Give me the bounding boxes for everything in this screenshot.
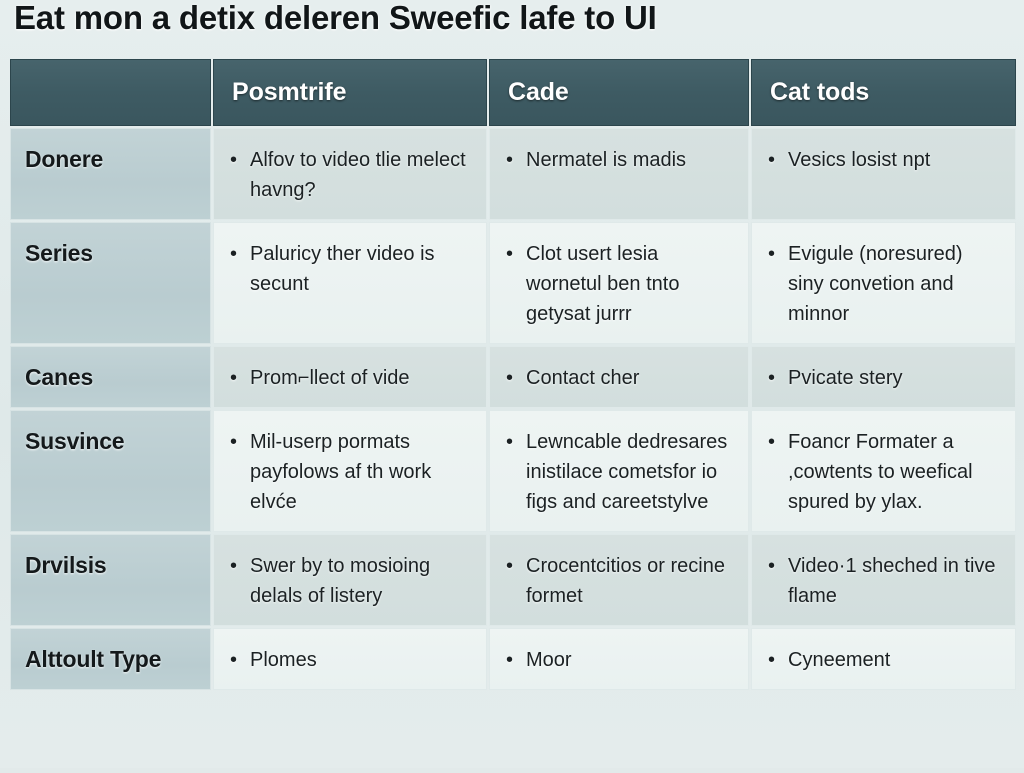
- bullet-list: Foancr Formater a ,cowtents to weefical …: [766, 427, 1001, 517]
- table-cell-col3: Foancr Formater a ,cowtents to weefical …: [751, 410, 1016, 532]
- bullet-item: Prom⌐llect of vide: [230, 363, 472, 393]
- bullet-item: Alfov to video tlie melect havng?: [230, 145, 472, 205]
- header-cell-corner: [10, 59, 211, 126]
- table-cell-col3: Cyneement: [751, 628, 1016, 690]
- bullet-item: Plomes: [230, 645, 472, 675]
- comparison-table-container: Posmtrife Cade Cat tods Donere Alfov to v…: [8, 57, 1016, 773]
- bullet-item: Paluricy ther video is secunt: [230, 239, 472, 299]
- bullet-list: Vesics losist npt: [766, 145, 1001, 175]
- bullet-list: Swer by to mosioing delals of listery: [228, 551, 472, 611]
- row-label[interactable]: Donere: [10, 128, 211, 220]
- bullet-list: Prom⌐llect of vide: [228, 363, 472, 393]
- page-root: Eat mon a detix deleren Sweefic lafe to …: [0, 0, 1024, 768]
- bullet-item: Evigule (noresured) siny convetion and m…: [768, 239, 1001, 329]
- table-cell-col3: Vesics losist npt: [751, 128, 1016, 220]
- bullet-list: Clot usert lesia wornetul ben tnto getys…: [504, 239, 734, 329]
- bullet-list: Contact cher: [504, 363, 734, 393]
- row-label[interactable]: Series: [10, 222, 211, 344]
- table-cell-col1: Plomes: [213, 628, 487, 690]
- table-row: Donere Alfov to video tlie melect havng? N…: [10, 128, 1016, 220]
- bullet-item: Pvicate stery: [768, 363, 1001, 393]
- table-row: SusvinceMil-userp pormats payfolows af t…: [10, 410, 1016, 532]
- header-cell-posmtrife[interactable]: Posmtrife: [213, 59, 487, 126]
- table-cell-col1: Mil-userp pormats payfolows af th work e…: [213, 410, 487, 532]
- header-cell-cat-tods[interactable]: Cat tods: [751, 59, 1016, 126]
- bullet-item: Lewncable dedresares inistilace cometsfo…: [506, 427, 734, 517]
- bullet-item: Nermatel is madis: [506, 145, 734, 175]
- bullet-item: Cyneement: [768, 645, 1001, 675]
- table-cell-col3: Pvicate stery: [751, 346, 1016, 408]
- table-row: Alttoult Type Plomes Moor Cyneement: [10, 628, 1016, 690]
- table-cell-col2: Lewncable dedresares inistilace cometsfo…: [489, 410, 749, 532]
- bullet-list: Plomes: [228, 645, 472, 675]
- comparison-table: Posmtrife Cade Cat tods Donere Alfov to v…: [8, 57, 1018, 692]
- bullet-list: Video·1 sheched in tive flame: [766, 551, 1001, 611]
- table-cell-col2: Moor: [489, 628, 749, 690]
- bullet-list: Lewncable dedresares inistilace cometsfo…: [504, 427, 734, 517]
- row-label[interactable]: Canes: [10, 346, 211, 408]
- bullet-list: Evigule (noresured) siny convetion and m…: [766, 239, 1001, 329]
- header-cell-cade[interactable]: Cade: [489, 59, 749, 126]
- row-label[interactable]: Drvilsis: [10, 534, 211, 626]
- table-cell-col1: Prom⌐llect of vide: [213, 346, 487, 408]
- table-cell-col1: Paluricy ther video is secunt: [213, 222, 487, 344]
- table-cell-col3: Evigule (noresured) siny convetion and m…: [751, 222, 1016, 344]
- table-cell-col2: Clot usert lesia wornetul ben tnto getys…: [489, 222, 749, 344]
- bullet-item: Moor: [506, 645, 734, 675]
- bullet-item: Crocentcitios or recine formet: [506, 551, 734, 611]
- table-row: Canes Prom⌐llect of vide Contact cher Pvica…: [10, 346, 1016, 408]
- bullet-list: Moor: [504, 645, 734, 675]
- page-title: Eat mon a detix deleren Sweefic lafe to …: [14, 0, 657, 36]
- table-cell-col3: Video·1 sheched in tive flame: [751, 534, 1016, 626]
- table-cell-col2: Nermatel is madis: [489, 128, 749, 220]
- table-body: Donere Alfov to video tlie melect havng? N…: [10, 128, 1016, 690]
- bullet-item: Video·1 sheched in tive flame: [768, 551, 1001, 611]
- bullet-list: Paluricy ther video is secunt: [228, 239, 472, 299]
- bullet-item: Swer by to mosioing delals of listery: [230, 551, 472, 611]
- table-header: Posmtrife Cade Cat tods: [10, 59, 1016, 126]
- bullet-item: Clot usert lesia wornetul ben tnto getys…: [506, 239, 734, 329]
- bullet-item: Mil-userp pormats payfolows af th work e…: [230, 427, 472, 517]
- bullet-list: Alfov to video tlie melect havng?: [228, 145, 472, 205]
- bullet-list: Nermatel is madis: [504, 145, 734, 175]
- header-row: Posmtrife Cade Cat tods: [10, 59, 1016, 126]
- bullet-item: Foancr Formater a ,cowtents to weefical …: [768, 427, 1001, 517]
- bullet-list: Mil-userp pormats payfolows af th work e…: [228, 427, 472, 517]
- bullet-list: Crocentcitios or recine formet: [504, 551, 734, 611]
- table-cell-col1: Swer by to mosioing delals of listery: [213, 534, 487, 626]
- table-row: Series Paluricy ther video is secunt Clot …: [10, 222, 1016, 344]
- row-label[interactable]: Alttoult Type: [10, 628, 211, 690]
- table-cell-col2: Contact cher: [489, 346, 749, 408]
- bullet-item: Vesics losist npt: [768, 145, 1001, 175]
- table-cell-col2: Crocentcitios or recine formet: [489, 534, 749, 626]
- table-row: Drvilsis Swer by to mosioing delals of li…: [10, 534, 1016, 626]
- row-label[interactable]: Susvince: [10, 410, 211, 532]
- table-cell-col1: Alfov to video tlie melect havng?: [213, 128, 487, 220]
- bullet-item: Contact cher: [506, 363, 734, 393]
- bullet-list: Pvicate stery: [766, 363, 1001, 393]
- bullet-list: Cyneement: [766, 645, 1001, 675]
